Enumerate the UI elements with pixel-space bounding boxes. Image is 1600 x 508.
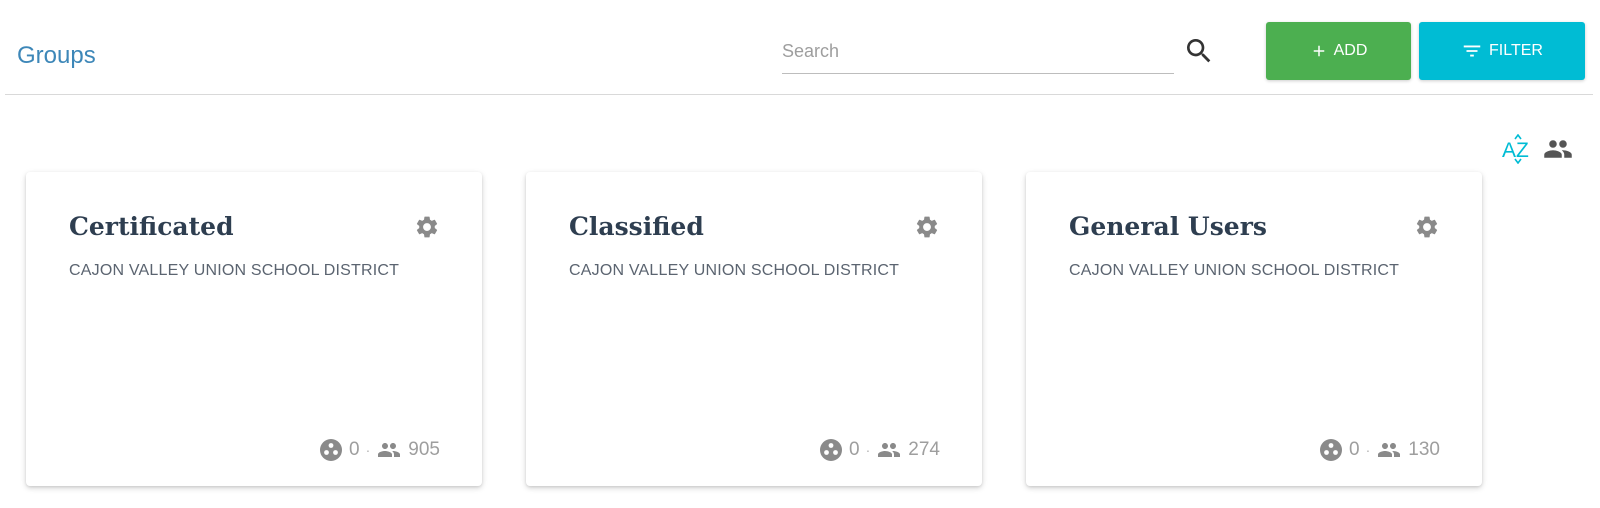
filter-icon [1463,45,1481,57]
members-icon [1378,443,1401,457]
page-title: Groups [17,42,96,69]
group-stats: 0 · 905 [319,438,440,462]
add-button[interactable]: ADD [1266,22,1411,80]
group-card[interactable]: Classified CAJON VALLEY UNION SCHOOL DIS… [526,172,982,486]
group-card[interactable]: General Users CAJON VALLEY UNION SCHOOL … [1026,172,1482,486]
members-icon [378,443,401,457]
separator: · [865,442,871,458]
member-count: 130 [1408,439,1440,460]
separator: · [1365,442,1371,458]
separator: · [365,442,371,458]
filter-button[interactable]: FILTER [1419,22,1585,80]
sort-alpha-icon[interactable]: AZ [1502,134,1534,164]
subgroups-icon [1320,439,1343,461]
members-icon [878,443,901,457]
svg-text:AZ: AZ [1502,139,1529,162]
member-count: 905 [408,439,440,460]
people-sort-icon[interactable] [1540,134,1576,164]
group-name: General Users [1069,212,1267,241]
group-org: CAJON VALLEY UNION SCHOOL DISTRICT [1069,262,1400,279]
group-name: Classified [569,212,704,241]
filter-button-label: FILTER [1489,42,1543,59]
subgroups-icon [820,439,843,461]
group-org: CAJON VALLEY UNION SCHOOL DISTRICT [569,262,900,279]
plus-icon [1313,45,1324,57]
subgroup-count: 0 [849,439,860,460]
member-count: 274 [908,439,940,460]
search-field[interactable] [782,30,1174,74]
group-stats: 0 · 130 [1319,438,1440,462]
group-stats: 0 · 274 [819,438,940,462]
search-input[interactable] [782,30,1174,73]
group-card[interactable]: Certificated CAJON VALLEY UNION SCHOOL D… [26,172,482,486]
gear-icon[interactable] [914,214,940,240]
gear-icon[interactable] [1414,214,1440,240]
add-button-label: ADD [1333,42,1368,59]
subgroup-count: 0 [1349,439,1360,460]
group-org: CAJON VALLEY UNION SCHOOL DISTRICT [69,262,400,279]
gear-icon[interactable] [414,214,440,240]
search-icon[interactable] [1183,35,1215,67]
group-name: Certificated [69,212,234,241]
subgroups-icon [320,439,343,461]
subgroup-count: 0 [349,439,360,460]
